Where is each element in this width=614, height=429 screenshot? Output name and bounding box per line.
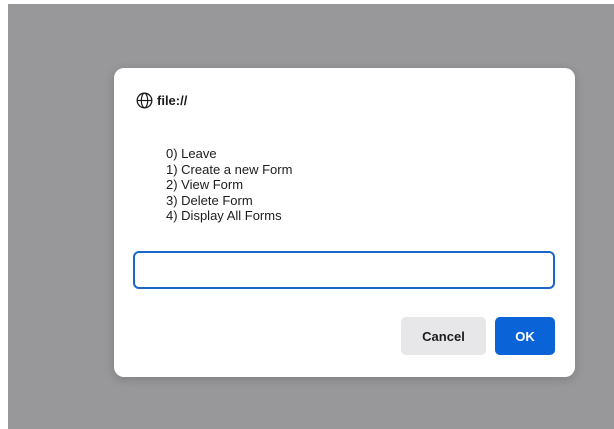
prompt-dialog: file:// 0) Leave 1) Create a new Form 2)… xyxy=(114,68,575,377)
message-line: 0) Leave xyxy=(166,146,217,161)
message-line: 2) View Form xyxy=(166,177,244,192)
dialog-message: 0) Leave 1) Create a new Form 2) View Fo… xyxy=(166,146,546,224)
origin-label: file:// xyxy=(157,92,188,108)
ok-button[interactable]: OK xyxy=(495,317,555,355)
message-line: 1) Create a new Form xyxy=(166,161,293,177)
prompt-input[interactable] xyxy=(133,251,555,289)
message-line: 4) Display All Forms xyxy=(166,208,282,223)
cancel-button[interactable]: Cancel xyxy=(401,317,486,355)
dialog-origin: file:// xyxy=(136,90,187,110)
globe-icon xyxy=(136,92,153,109)
message-line: 3) Delete Form xyxy=(166,192,253,208)
